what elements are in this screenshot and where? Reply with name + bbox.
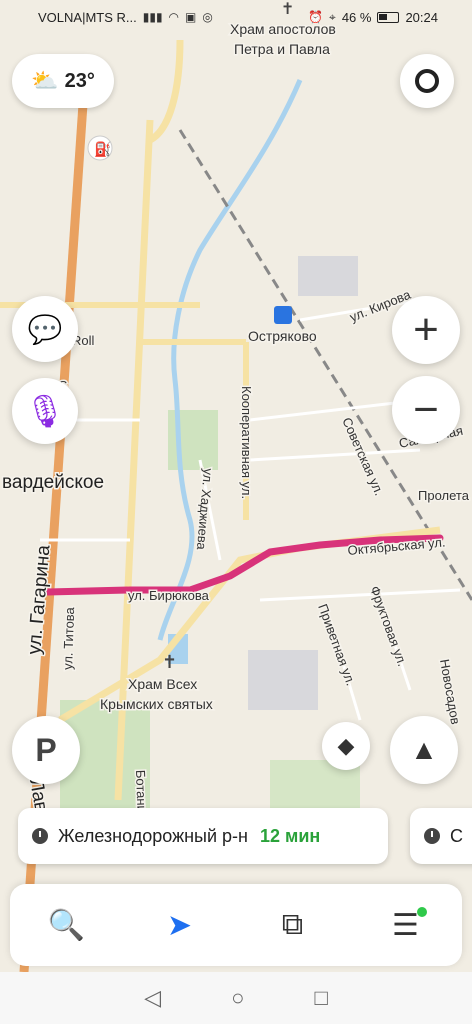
clock-icon: [32, 828, 48, 844]
tab-search[interactable]: 🔍: [32, 895, 102, 955]
fuel-glyph: ⛽: [94, 141, 111, 158]
battery-percent: 46 %: [341, 9, 372, 25]
street-biryukova: ул. Бирюкова: [128, 588, 210, 603]
zoom-out-button[interactable]: −: [392, 376, 460, 444]
label-station: Остряково: [248, 328, 317, 344]
street-titova: ул. Титова: [60, 606, 77, 670]
eta-value: 12 мин: [260, 825, 321, 846]
label-temple-bottom-2: Крымских святых: [100, 696, 213, 712]
status-left: VOLNA|MTS R... ▮▮▮ ◠ ▣ ◎: [38, 10, 213, 25]
microphone-icon: 🎙: [24, 393, 66, 429]
next-card-text: С: [450, 825, 463, 846]
compass-button[interactable]: ◆: [322, 722, 370, 770]
clock-icon: [424, 828, 440, 844]
clock-time: 20:24: [405, 9, 438, 25]
battery-icon: [377, 11, 400, 23]
navigation-arrow-icon: ▲: [410, 734, 438, 765]
partly-cloudy-icon: ⛅: [31, 68, 59, 93]
plus-icon: +: [413, 305, 439, 354]
tab-bookmarks[interactable]: ⧉: [258, 895, 328, 955]
status-right: ⏰ ⌖ 46 % 20:24: [308, 10, 438, 25]
street-proletar: Пролета: [418, 488, 470, 503]
my-location-button[interactable]: ▲: [390, 716, 458, 784]
location-icon: ⌖: [329, 9, 336, 24]
instagram-icon: ◎: [202, 10, 213, 24]
parking-label: P: [35, 731, 57, 768]
zoom-in-button[interactable]: +: [392, 296, 460, 364]
app-icon: ▣: [185, 10, 197, 24]
carrier-text: VOLNA|MTS R...: [38, 9, 137, 25]
church-icon: ✝: [162, 652, 177, 672]
industrial-area: [298, 256, 358, 296]
system-navigation-bar: ◁ ○ □: [0, 972, 472, 1024]
recents-icon[interactable]: □: [314, 985, 327, 1011]
bottom-tab-bar: 🔍 ➤ ⧉ ☰: [10, 884, 462, 966]
train-station-icon[interactable]: [274, 306, 292, 324]
voice-search-button[interactable]: 🎙: [12, 378, 78, 444]
minus-icon: −: [413, 385, 439, 434]
parking-button[interactable]: P: [12, 716, 80, 784]
wifi-icon: ◠: [168, 10, 180, 24]
label-village: вардейское: [2, 472, 104, 493]
search-icon: 🔍: [47, 908, 86, 942]
weather-widget[interactable]: ⛅ 23°: [12, 54, 114, 108]
status-bar: VOLNA|MTS R... ▮▮▮ ◠ ▣ ◎ ⏰ ⌖ 46 % 20:24: [0, 0, 472, 34]
street-kooperativnaya: Кооперативная ул.: [239, 386, 254, 499]
home-icon[interactable]: ○: [231, 985, 244, 1011]
signal-icon: ▮▮▮: [142, 10, 163, 24]
notification-dot: [416, 907, 427, 917]
navigation-icon: ➤: [166, 908, 193, 942]
tab-navigator[interactable]: ➤: [145, 895, 215, 955]
chat-button[interactable]: 💬: [12, 296, 78, 362]
traffic-card-next[interactable]: С: [410, 808, 472, 864]
traffic-card[interactable]: Железнодорожный р-н 12 мин: [18, 808, 388, 864]
district-name: Железнодорожный р-н: [58, 825, 248, 846]
assistant-icon: [415, 69, 439, 93]
tab-menu[interactable]: ☰: [371, 895, 441, 955]
compass-icon: ◆: [337, 733, 355, 758]
temperature: 23°: [64, 69, 95, 92]
menu-icon: ☰: [392, 908, 419, 942]
back-icon[interactable]: ◁: [144, 985, 161, 1011]
alarm-icon: ⏰: [308, 10, 324, 24]
label-temple-top-2: Петра и Павла: [234, 41, 330, 57]
chat-bubble-icon: 💬: [27, 313, 63, 345]
assistant-button[interactable]: [400, 54, 454, 108]
industrial-area-south: [248, 650, 318, 710]
bookmarks-icon: ⧉: [281, 908, 304, 941]
label-temple-bottom-1: Храм Всех: [128, 676, 197, 692]
